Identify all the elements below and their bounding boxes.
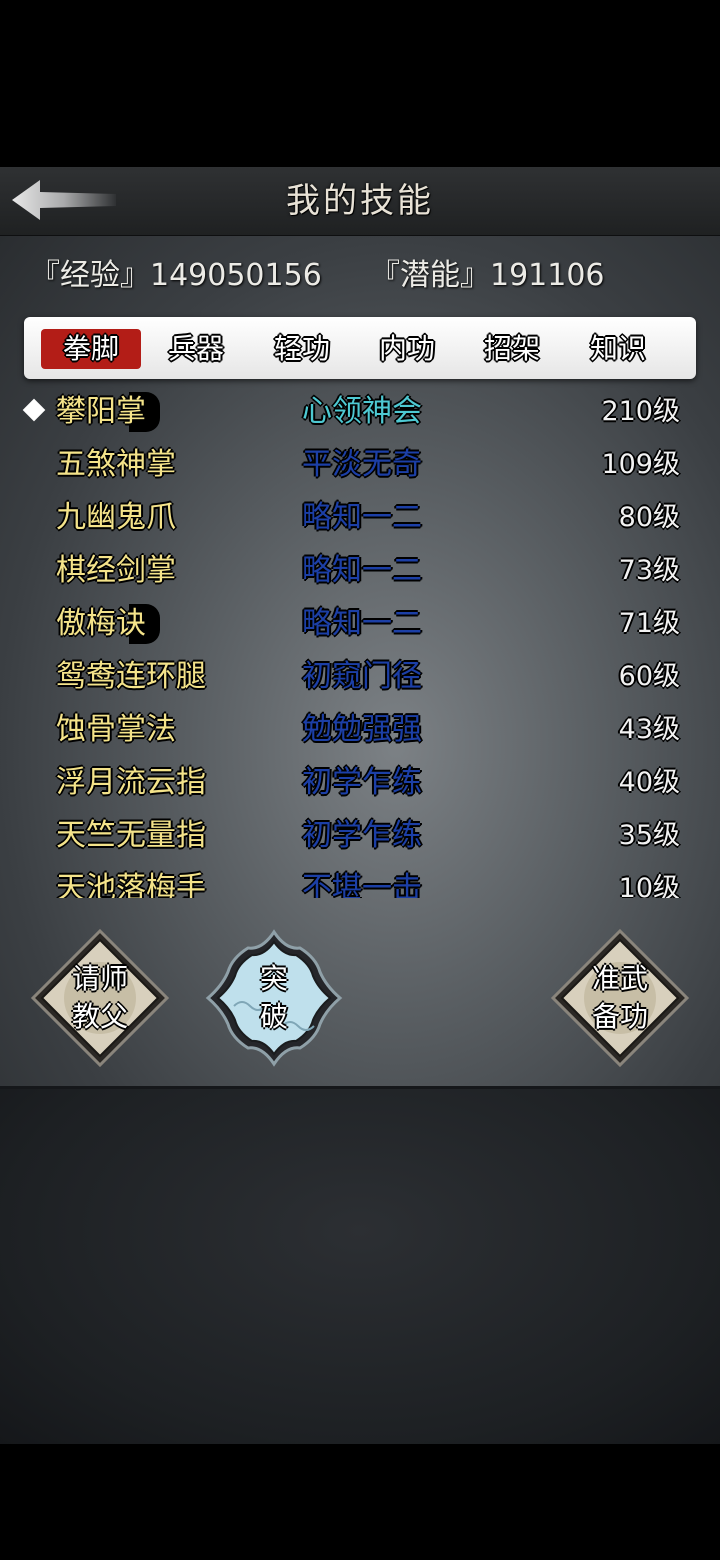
tab-knowledge[interactable]: 知识	[568, 329, 668, 369]
skill-rank: 初学乍练	[302, 765, 422, 800]
header-bar: 我的技能	[0, 167, 720, 237]
ask-teacher-line1: 请师	[71, 962, 128, 995]
ask-teacher-button[interactable]: 请师 教父	[30, 928, 170, 1068]
breakthrough-line2: 破	[259, 1000, 288, 1033]
experience-stat: 『经验』149050156	[30, 258, 322, 293]
page-title: 我的技能	[286, 181, 434, 221]
skill-row[interactable]: 傲梅诀 略知一二 71级	[22, 598, 698, 651]
skill-name: 傲梅诀	[56, 604, 160, 644]
ask-teacher-label: 请师 教父	[30, 960, 170, 1036]
breakthrough-label: 突 破	[204, 960, 344, 1036]
skill-name: 五煞神掌	[56, 447, 176, 482]
skill-name: 蚀骨掌法	[56, 712, 176, 747]
skill-row[interactable]: 攀阳掌 心领神会 210级	[22, 386, 698, 439]
skill-name: 天池落梅手	[56, 871, 206, 898]
skill-rank: 勉勉强强	[302, 712, 422, 747]
skill-name: 浮月流云指	[56, 765, 206, 800]
skill-rank: 略知一二	[302, 553, 422, 588]
skill-row[interactable]: 浮月流云指 初学乍练 40级	[22, 757, 698, 810]
skill-name: 天竺无量指	[56, 818, 206, 853]
skill-row[interactable]: 天竺无量指 初学乍练 35级	[22, 810, 698, 863]
breakthrough-button[interactable]: 突 破	[204, 928, 344, 1068]
selected-diamond-icon	[22, 398, 46, 422]
skill-category-tabs: 拳脚 兵器 轻功 内功 招架 知识	[24, 317, 696, 379]
skill-level: 40级	[618, 767, 680, 798]
tab-inner-power[interactable]: 内功	[357, 329, 457, 369]
skill-list[interactable]: 攀阳掌 心领神会 210级 五煞神掌 平淡无奇 109级 九幽鬼爪 略知一二 8…	[22, 386, 698, 898]
skill-rank: 略知一二	[302, 500, 422, 535]
skill-rank: 初窥门径	[302, 659, 422, 694]
skill-rank: 心领神会	[302, 394, 422, 429]
skill-level: 43级	[618, 714, 680, 745]
skill-row[interactable]: 九幽鬼爪 略知一二 80级	[22, 492, 698, 545]
skill-name: 棋经剑掌	[56, 553, 176, 588]
skill-level: 80级	[618, 502, 680, 533]
skill-level: 73级	[618, 555, 680, 586]
prepare-skill-line2: 备功	[591, 1000, 648, 1033]
tab-weapons[interactable]: 兵器	[146, 329, 246, 369]
skill-row[interactable]: 鸳鸯连环腿 初窥门径 60级	[22, 651, 698, 704]
prepare-skill-line1: 准武	[591, 962, 648, 995]
skill-rank: 初学乍练	[302, 818, 422, 853]
skill-level: 60级	[618, 661, 680, 692]
skill-level: 210级	[601, 396, 680, 427]
skill-level: 35级	[618, 820, 680, 851]
skill-level: 109级	[601, 449, 680, 480]
skill-row[interactable]: 蚀骨掌法 勉勉强强 43级	[22, 704, 698, 757]
skill-rank: 不堪一击	[302, 871, 422, 898]
skill-name: 攀阳掌	[56, 392, 160, 432]
skill-level: 71级	[618, 608, 680, 639]
tab-fist-feet[interactable]: 拳脚	[41, 329, 141, 369]
tab-parry[interactable]: 招架	[462, 329, 562, 369]
skill-row[interactable]: 棋经剑掌 略知一二 73级	[22, 545, 698, 598]
skill-rank: 略知一二	[302, 606, 422, 641]
navigation-bar-area	[0, 1444, 720, 1560]
skill-level: 10级	[618, 873, 680, 898]
skill-name: 鸳鸯连环腿	[56, 659, 206, 694]
potential-stat: 『潜能』191106	[370, 258, 605, 293]
skill-rank: 平淡无奇	[302, 447, 422, 482]
skill-row[interactable]: 天池落梅手 不堪一击 10级	[22, 863, 698, 898]
tab-lightness[interactable]: 轻功	[252, 329, 352, 369]
prepare-skill-button[interactable]: 准武 备功	[550, 928, 690, 1068]
ask-teacher-line2: 教父	[71, 1000, 128, 1033]
skill-name: 九幽鬼爪	[56, 500, 176, 535]
breakthrough-line1: 突	[259, 962, 288, 995]
skills-panel: 『经验』149050156 『潜能』191106 拳脚 兵器 轻功 内功 招架 …	[0, 236, 720, 1089]
empty-detail-area	[0, 1089, 720, 1444]
prepare-skill-label: 准武 备功	[550, 960, 690, 1036]
status-bar-area	[0, 0, 720, 167]
skill-row[interactable]: 五煞神掌 平淡无奇 109级	[22, 439, 698, 492]
